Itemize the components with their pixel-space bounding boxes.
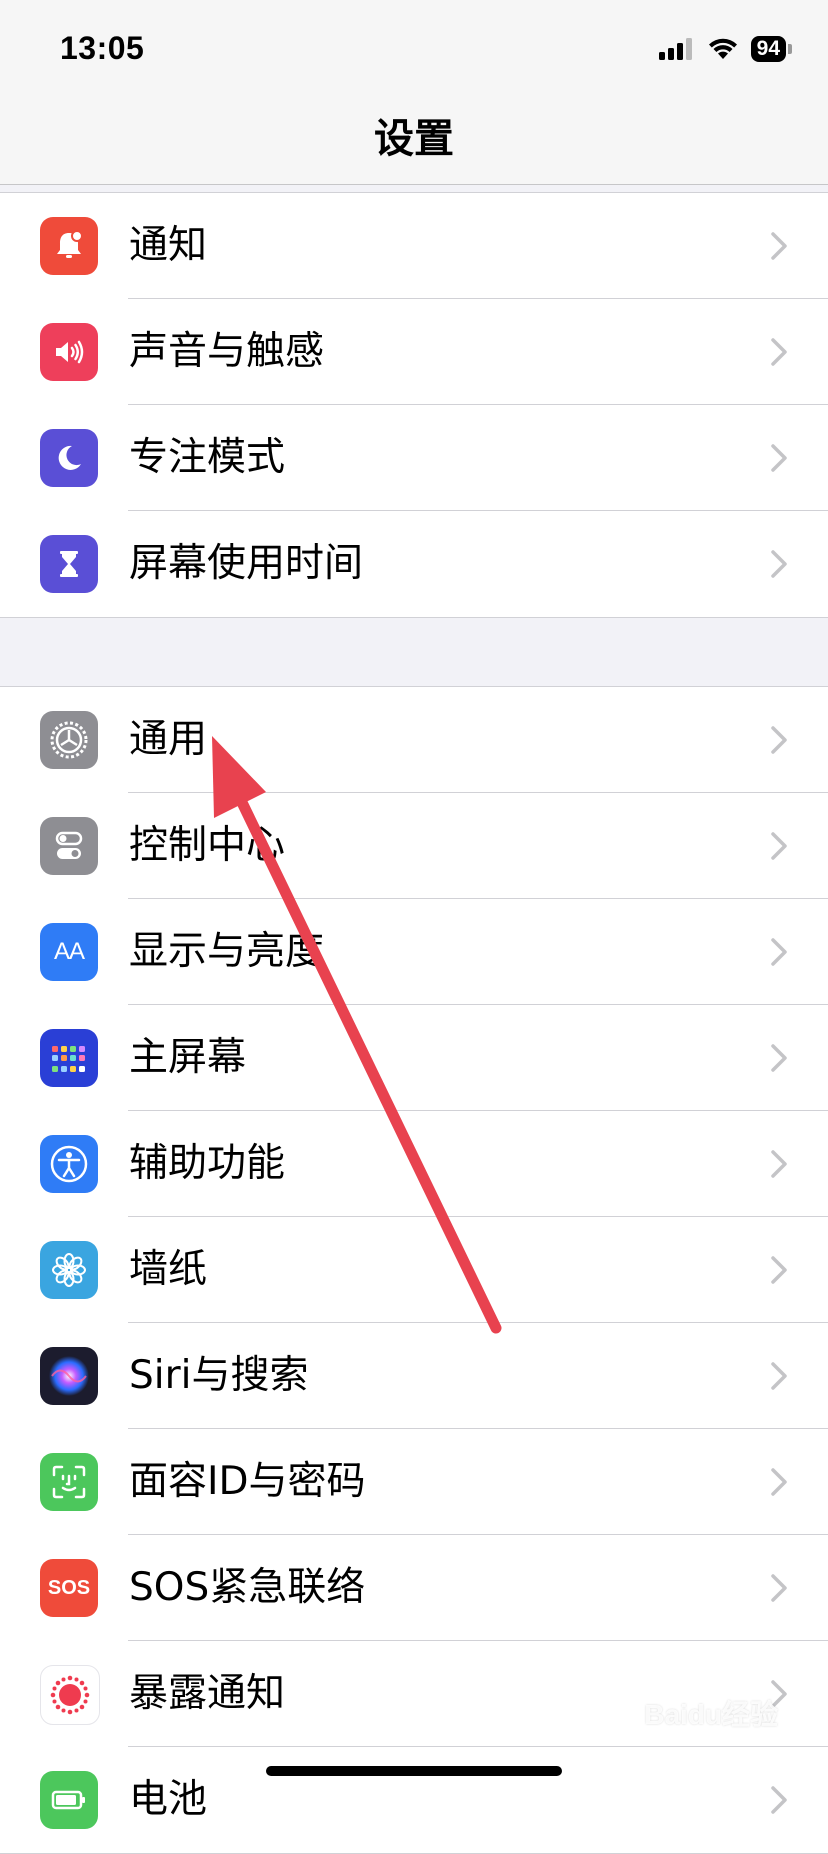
- settings-row-display[interactable]: AA 显示与亮度: [0, 899, 828, 1005]
- settings-row-general[interactable]: 通用: [0, 687, 828, 793]
- settings-row-home-screen[interactable]: 主屏幕: [0, 1005, 828, 1111]
- sos-icon-text: SOS: [47, 1576, 91, 1599]
- chevron-right-icon: [771, 1574, 787, 1602]
- chevron-right-icon: [771, 1786, 787, 1814]
- row-label: 专注模式: [129, 435, 286, 480]
- accessibility-icon: [40, 1135, 98, 1193]
- chevron-right-icon: [771, 1256, 787, 1284]
- page-title: 设置: [374, 116, 454, 162]
- baidu-watermark: Baidu经验: [644, 1699, 778, 1730]
- settings-row-sos[interactable]: SOS SOS紧急联络: [0, 1535, 828, 1641]
- row-label: 声音与触感: [129, 329, 325, 374]
- chevron-right-icon: [771, 832, 787, 860]
- row-label: 面容ID与密码: [129, 1459, 366, 1504]
- settings-row-notifications[interactable]: 通知: [0, 193, 828, 299]
- chevron-right-icon: [771, 1468, 787, 1496]
- chevron-right-icon: [771, 1362, 787, 1390]
- chevron-right-icon: [771, 232, 787, 260]
- settings-group-2: 通用 控制中心 AA 显示与亮度 主屏幕 辅助功能 墙纸 Siri与搜索 面容I…: [0, 686, 828, 1854]
- row-label: 通用: [129, 717, 208, 762]
- row-label: 墙纸: [129, 1247, 208, 1292]
- settings-row-face-id[interactable]: 面容ID与密码: [0, 1429, 828, 1535]
- row-label: 暴露通知: [129, 1671, 286, 1716]
- status-indicators: 94: [658, 34, 792, 64]
- row-label: Siri与搜索: [129, 1353, 309, 1398]
- settings-row-control-center[interactable]: 控制中心: [0, 793, 828, 899]
- general-gear-icon: [40, 711, 98, 769]
- battery-indicator: 94: [750, 36, 786, 62]
- row-label: 辅助功能: [129, 1141, 286, 1186]
- settings-row-siri[interactable]: Siri与搜索: [0, 1323, 828, 1429]
- navigation-bar: 设置: [0, 96, 828, 185]
- settings-row-sounds[interactable]: 声音与触感: [0, 299, 828, 405]
- display-brightness-aa-icon: AA: [40, 923, 98, 981]
- sounds-icon: [40, 323, 98, 381]
- wifi-icon: [708, 38, 737, 59]
- baidu-watermark-url: jingyan.baidu.com: [660, 1730, 773, 1746]
- home-indicator[interactable]: [266, 1766, 562, 1776]
- settings-row-wallpaper[interactable]: 墙纸: [0, 1217, 828, 1323]
- exposure-notification-icon: [40, 1665, 100, 1725]
- chevron-right-icon: [771, 938, 787, 966]
- notifications-icon: [40, 217, 98, 275]
- row-label: 通知: [129, 223, 208, 268]
- chevron-right-icon: [771, 1150, 787, 1178]
- cellular-signal-icon: [658, 38, 692, 60]
- row-label: 显示与亮度: [129, 929, 325, 974]
- chevron-right-icon: [771, 444, 787, 472]
- settings-row-focus[interactable]: 专注模式: [0, 405, 828, 511]
- row-label: 控制中心: [129, 823, 286, 868]
- battery-icon: [40, 1771, 98, 1829]
- status-bar: 13:05 94: [0, 0, 828, 96]
- screen-time-hourglass-icon: [40, 535, 98, 593]
- face-id-icon: [40, 1453, 98, 1511]
- battery-tip: [788, 44, 792, 54]
- settings-row-battery[interactable]: 电池: [0, 1747, 828, 1853]
- chevron-right-icon: [771, 1044, 787, 1072]
- wallpaper-flower-icon: [40, 1241, 98, 1299]
- chevron-right-icon: [771, 550, 787, 578]
- row-label: 电池: [129, 1777, 208, 1822]
- status-time: 13:05: [60, 30, 145, 66]
- display-icon-text: AA: [53, 938, 85, 965]
- row-label: 屏幕使用时间: [129, 541, 364, 586]
- focus-moon-icon: [40, 429, 98, 487]
- siri-icon: [40, 1347, 98, 1405]
- sos-icon: SOS: [40, 1559, 98, 1617]
- home-screen-grid-icon: [40, 1029, 98, 1087]
- row-label: 主屏幕: [129, 1035, 247, 1080]
- settings-row-screen-time[interactable]: 屏幕使用时间: [0, 511, 828, 617]
- control-center-toggles-icon: [40, 817, 98, 875]
- settings-group-1: 通知 声音与触感 专注模式 屏幕使用时间: [0, 192, 828, 618]
- row-label: SOS紧急联络: [129, 1565, 366, 1610]
- chevron-right-icon: [771, 726, 787, 754]
- chevron-right-icon: [771, 338, 787, 366]
- settings-row-accessibility[interactable]: 辅助功能: [0, 1111, 828, 1217]
